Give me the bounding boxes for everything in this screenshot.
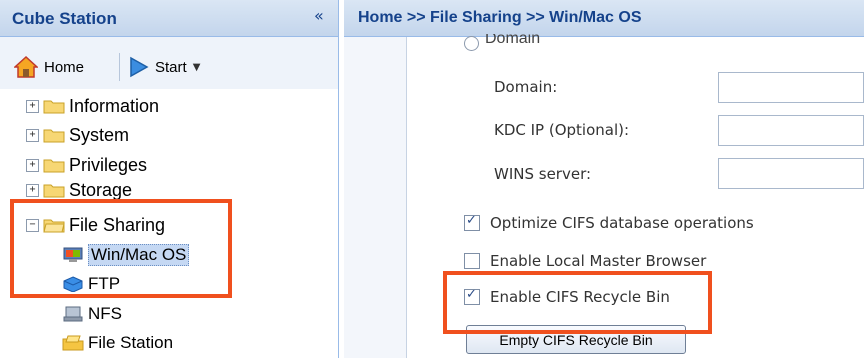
- sidebar-header: Cube Station «: [0, 0, 338, 37]
- kdc-ip-label: KDC IP (Optional):: [494, 121, 630, 139]
- sidebar-toolbar: Home Start ▼: [0, 37, 338, 89]
- start-button[interactable]: Start ▼: [127, 55, 200, 79]
- tree-item-privileges[interactable]: + Privileges: [26, 152, 147, 178]
- radio-domain[interactable]: Domain: [464, 34, 540, 52]
- tree-label: System: [69, 124, 130, 145]
- tree-label: Information: [69, 95, 160, 116]
- home-icon: [14, 56, 38, 78]
- tree-label: Privileges: [69, 154, 148, 175]
- kdc-ip-input[interactable]: [718, 115, 864, 146]
- checkbox-unchecked[interactable]: [464, 253, 480, 269]
- tree-item-system[interactable]: + System: [26, 122, 129, 148]
- highlight-box-recycle-bin: [443, 271, 712, 334]
- tree-label: Storage: [69, 180, 133, 200]
- optimize-cifs-checkbox[interactable]: Optimize CIFS database operations: [464, 212, 754, 234]
- chevron-down-icon: ▼: [192, 61, 201, 73]
- folder-icon: [43, 129, 65, 143]
- folder-icon: [43, 100, 65, 114]
- expand-icon[interactable]: +: [26, 128, 39, 142]
- tree-label: File Station: [88, 333, 174, 352]
- highlight-box-file-sharing: [10, 199, 232, 298]
- folder-icon: [43, 159, 65, 173]
- expand-icon[interactable]: +: [26, 99, 39, 113]
- tree-item-storage[interactable]: + Storage: [26, 180, 132, 200]
- radio-label: Domain: [485, 34, 541, 47]
- nfs-icon: [63, 306, 83, 322]
- start-label: Start: [155, 58, 187, 76]
- checkbox-label: Enable Local Master Browser: [490, 252, 707, 270]
- home-button[interactable]: Home: [14, 55, 84, 79]
- tree-item-information[interactable]: + Information: [26, 93, 159, 119]
- domain-label: Domain:: [494, 78, 558, 96]
- start-icon: [130, 56, 149, 78]
- collapse-icon[interactable]: «: [314, 6, 324, 25]
- left-panel: Cube Station « Home Start ▼ + Informatio…: [0, 0, 339, 358]
- toolbar-divider: [119, 53, 120, 81]
- file-station-icon: [62, 335, 84, 351]
- expand-icon[interactable]: +: [26, 158, 39, 172]
- radio-button[interactable]: [464, 35, 479, 51]
- wins-server-input[interactable]: [718, 158, 864, 189]
- domain-input[interactable]: [718, 72, 864, 103]
- tree-label: NFS: [88, 304, 122, 323]
- breadcrumb: Home >> File Sharing >> Win/Mac OS: [358, 9, 642, 26]
- local-master-browser-checkbox[interactable]: Enable Local Master Browser: [464, 250, 706, 272]
- sidebar-title: Cube Station: [12, 9, 117, 28]
- tree-item-nfs[interactable]: NFS: [62, 301, 122, 327]
- checkbox-label: Optimize CIFS database operations: [490, 214, 754, 232]
- checkbox-checked[interactable]: [464, 213, 480, 231]
- home-label: Home: [44, 58, 85, 76]
- folder-icon: [43, 184, 65, 198]
- main-header: Home >> File Sharing >> Win/Mac OS: [344, 0, 864, 37]
- wins-server-label: WINS server:: [494, 165, 592, 183]
- tree-item-file-station[interactable]: File Station: [62, 330, 173, 356]
- expand-icon[interactable]: +: [26, 183, 39, 197]
